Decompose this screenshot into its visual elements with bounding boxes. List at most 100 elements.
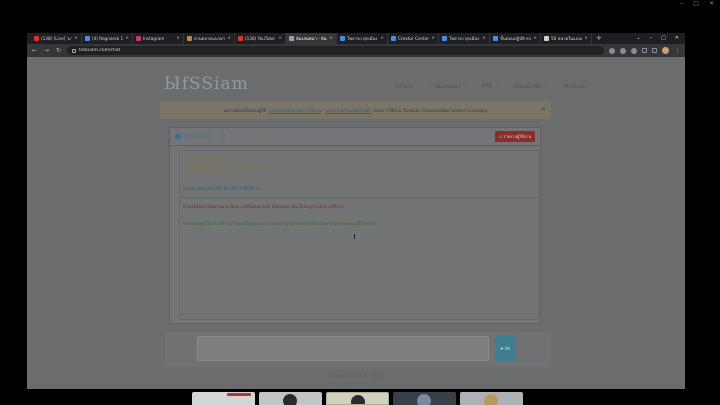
browser-tab[interactable]: (138) YouTube × bbox=[235, 33, 286, 44]
host-maximize-button[interactable]: □ bbox=[693, 0, 699, 8]
tab-close-icon[interactable]: × bbox=[176, 36, 180, 41]
message-composer: ➤ ส่ง bbox=[165, 332, 551, 367]
video-thumbnail[interactable] bbox=[192, 392, 255, 405]
screen: – □ ✕ (138) [Live] 'มามา× (4) Ragnarok 1… bbox=[0, 0, 720, 405]
host-minimize-button[interactable]: – bbox=[680, 0, 683, 8]
live-badge bbox=[227, 393, 251, 396]
nav-login[interactable]: เข้าสู่ระบบ bbox=[563, 83, 586, 91]
divider bbox=[180, 197, 538, 198]
video-thumbnail[interactable] bbox=[460, 392, 523, 405]
profile-avatar[interactable] bbox=[662, 47, 669, 54]
tab-favicon-icon bbox=[442, 36, 447, 41]
chat-panel-header: ผู้ใช้ออนไลน์ 12 ⚠ รายงานผู้ใช้งาน bbox=[170, 128, 540, 146]
notice-close-icon[interactable]: × bbox=[541, 106, 546, 113]
tab-favicon-icon bbox=[136, 36, 141, 41]
nav-register[interactable]: สมัครสมาชิก bbox=[513, 83, 541, 91]
video-thumbnail[interactable] bbox=[259, 392, 322, 405]
tab-close-icon[interactable]: × bbox=[74, 36, 78, 41]
side-panel-icon[interactable] bbox=[652, 48, 657, 53]
video-thumbnail-strip bbox=[192, 392, 523, 405]
online-users-count: 12 bbox=[219, 133, 226, 140]
browser-tab[interactable]: ขั้นตอนปฏิบัติ ความเข× bbox=[490, 33, 541, 44]
report-user-button[interactable]: ⚠ รายงานผู้ใช้งาน bbox=[494, 131, 535, 142]
browser-tab[interactable]: โพสารถ ทุกเมือง ภ.× bbox=[439, 33, 490, 44]
browser-tab[interactable]: 50 หน่วยในแบบเอ × bbox=[541, 33, 592, 44]
url-input[interactable] bbox=[79, 48, 379, 53]
reload-button[interactable]: ↻ bbox=[55, 47, 62, 54]
system-message: คุณเข้าสู่ห้องแล้ว (03-10-2023 08:16 น.) bbox=[183, 186, 262, 191]
tab-close-icon[interactable]: × bbox=[380, 36, 384, 41]
tab-favicon-icon bbox=[289, 36, 294, 41]
current-room-line: ห้องปัจจุบัน: "Room Alert" bbox=[183, 170, 234, 175]
nav-faq[interactable]: FAQ bbox=[482, 83, 492, 91]
host-close-button[interactable]: ✕ bbox=[709, 0, 714, 8]
participant-avatar bbox=[417, 394, 431, 405]
video-thumbnail[interactable] bbox=[326, 392, 389, 405]
notice-link-privacy[interactable]: นโยบายความเป็นส่วนตัว bbox=[325, 107, 371, 114]
address-bar[interactable] bbox=[67, 46, 604, 55]
share-icon[interactable] bbox=[620, 47, 626, 54]
mouse-cursor bbox=[354, 234, 358, 239]
tab-close-icon[interactable]: × bbox=[533, 36, 537, 41]
new-tab-button[interactable]: + bbox=[592, 33, 606, 44]
tab-strip: (138) [Live] 'มามา× (4) Ragnarok 1 ...× … bbox=[27, 33, 685, 44]
participant-avatar bbox=[484, 394, 498, 405]
browser-tab[interactable]: Creator Center × bbox=[388, 33, 439, 44]
browser-toolbar: ← → ↻ ⋮ bbox=[27, 44, 685, 57]
close-window-button[interactable]: ✕ bbox=[675, 33, 679, 44]
toolbar-icons: ⋮ bbox=[609, 47, 681, 54]
tab-close-icon[interactable]: × bbox=[431, 36, 435, 41]
site-logo[interactable]: ЫfSSiam bbox=[164, 74, 249, 94]
maximize-button[interactable]: □ bbox=[661, 33, 666, 44]
tab-close-icon[interactable]: × bbox=[584, 36, 588, 41]
browser-window-controls: ⌄ – □ ✕ bbox=[636, 33, 679, 44]
users-online-icon bbox=[175, 134, 181, 139]
nav-separator: | bbox=[501, 83, 503, 89]
browser-tab-active[interactable]: ห้องสนทนา - ห้องเดี่ยว× bbox=[286, 33, 337, 44]
rules-line: โปรดปฏิบัติตามกฎและมารยาทในการสนทนา bbox=[183, 163, 265, 168]
browser-tab[interactable]: โพสารถ ทุกเมือง ภ.× bbox=[337, 33, 388, 44]
message-input[interactable] bbox=[197, 336, 489, 361]
browser-tab[interactable]: (4) Ragnarok 1 ...× bbox=[82, 33, 133, 44]
tab-close-icon[interactable]: × bbox=[482, 36, 486, 41]
menu-kebab-icon[interactable]: ⋮ bbox=[674, 47, 681, 54]
send-button[interactable]: ➤ ส่ง bbox=[495, 335, 515, 361]
tab-search-button[interactable]: ⌄ bbox=[636, 33, 640, 44]
lock-icon[interactable] bbox=[72, 48, 76, 53]
participant-avatar bbox=[283, 394, 297, 405]
nav-separator: | bbox=[550, 83, 553, 89]
participant-avatar bbox=[351, 395, 365, 404]
notice-banner: ผลงานต้องเป็นของผู้ใช้ โปรดอ่านนโยบายการ… bbox=[160, 101, 551, 119]
welcome-line: ยินดีต้อนรับเข้าสู่ห้องสนทนา bbox=[183, 156, 234, 161]
tab-favicon-icon bbox=[340, 36, 345, 41]
notice-link-policy[interactable]: โปรดอ่านนโยบายการใช้งาน bbox=[268, 107, 321, 114]
notice-text-after: ก่อนการใช้งาน โปรดแจ้ง โปรดแจ้งเตือน โปร… bbox=[373, 108, 488, 114]
google-lens-icon[interactable] bbox=[609, 47, 615, 54]
online-users-label[interactable]: ผู้ใช้ออนไลน์ bbox=[184, 133, 211, 141]
chat-panel: ผู้ใช้ออนไลน์ 12 ⚠ รายงานผู้ใช้งาน ยินดี… bbox=[169, 127, 541, 324]
nav-chatroom[interactable]: ห้องสนทนา bbox=[435, 83, 460, 91]
back-button[interactable]: ← bbox=[31, 47, 38, 54]
extensions-icon[interactable] bbox=[642, 48, 647, 53]
tab-close-icon[interactable]: × bbox=[125, 36, 129, 41]
tab-close-icon[interactable]: × bbox=[227, 36, 231, 41]
notice-text-before: ผลงานต้องเป็นของผู้ใช้ bbox=[223, 108, 267, 114]
tab-favicon-icon bbox=[187, 36, 192, 41]
minimize-button[interactable]: – bbox=[650, 33, 653, 44]
bookmark-star-icon[interactable] bbox=[631, 47, 637, 54]
message-list[interactable]: ยินดีต้อนรับเข้าสู่ห้องสนทนา โปรดปฏิบัติ… bbox=[179, 150, 539, 320]
tab-close-icon[interactable]: × bbox=[278, 36, 282, 41]
browser-tab[interactable]: ส่วนตลาดแนวทางหลาย× bbox=[184, 33, 235, 44]
site-footer: tidssiam © 2019 - 2023 bbox=[329, 374, 383, 379]
nav-home[interactable]: หน้าแรก bbox=[395, 83, 413, 91]
browser-tab[interactable]: Instagram × bbox=[133, 33, 184, 44]
tab-favicon-icon bbox=[391, 36, 396, 41]
browser-tab[interactable]: (138) [Live] 'มามา× bbox=[31, 33, 82, 44]
info-message: หากพบปัญหาในการใช้งาน โปรดแจ้งผู้ดูแลระบ… bbox=[183, 221, 377, 226]
browser-window: (138) [Live] 'มามา× (4) Ragnarok 1 ...× … bbox=[27, 33, 685, 389]
site-nav: หน้าแรก | ห้องสนทนา | FAQ | สมัครสมาชิก | เข… bbox=[395, 83, 585, 91]
tab-close-icon[interactable]: × bbox=[329, 36, 333, 41]
forward-button[interactable]: → bbox=[43, 47, 50, 54]
tab-favicon-icon bbox=[493, 36, 498, 41]
video-thumbnail[interactable] bbox=[393, 392, 456, 405]
